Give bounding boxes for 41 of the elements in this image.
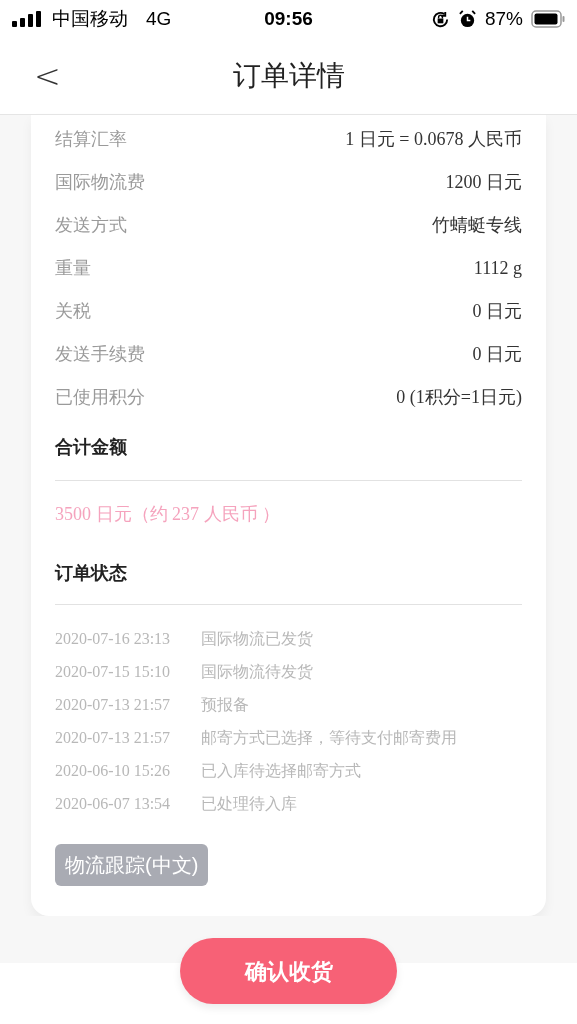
section-title: 合计金额: [55, 437, 127, 457]
back-button[interactable]: <: [34, 60, 61, 92]
event-time: 2020-06-07 13:54: [55, 793, 172, 814]
detail-label: 重量: [55, 257, 91, 280]
detail-value: 1200 日元: [445, 171, 522, 194]
detail-value: 1112 g: [473, 257, 522, 280]
event-text: 国际物流待发货: [201, 661, 313, 682]
page-title: 订单详情: [232, 59, 345, 93]
event-time: 2020-07-13 21:57: [55, 694, 172, 715]
detail-value: 竹蜻蜓专线: [432, 214, 522, 237]
detail-label: 发送手续费: [55, 343, 145, 366]
battery-percent: 87%: [484, 6, 523, 31]
tracking-button[interactable]: 物流跟踪(中文): [55, 844, 209, 886]
event-text: 已处理待入库: [201, 793, 297, 814]
carrier-name: 中国移动: [52, 6, 128, 31]
event-time: 2020-07-13 21:57: [55, 727, 172, 748]
rotation-lock-icon: [430, 9, 450, 29]
alarm-icon: [457, 9, 477, 29]
detail-value: 0 日元: [472, 343, 522, 366]
detail-label: 结算汇率: [55, 128, 127, 151]
event-text: 已入库待选择邮寄方式: [201, 760, 361, 781]
battery-icon: [531, 10, 565, 28]
detail-label: 关税: [55, 300, 91, 323]
section-title: 订单状态: [55, 563, 127, 583]
event-text: 国际物流已发货: [201, 628, 313, 649]
network-type: 4G: [146, 6, 172, 31]
signal-icon: [12, 11, 42, 27]
confirm-receipt-button[interactable]: 确认收货: [180, 938, 397, 1004]
detail-label: 发送方式: [55, 214, 127, 237]
detail-value: 0 (1积分=1日元): [396, 386, 522, 409]
detail-label: 已使用积分: [55, 386, 145, 409]
event-time: 2020-07-16 23:13: [55, 628, 172, 649]
clock-time: 09:56: [264, 6, 313, 31]
event-time: 2020-07-15 15:10: [55, 661, 172, 682]
detail-value: 0 日元: [472, 300, 522, 323]
total-amount: 3500 日元（约 237 人民币 ）: [55, 502, 280, 526]
detail-value: 1 日元 = 0.0678 人民币: [345, 128, 522, 151]
event-time: 2020-06-10 15:26: [55, 760, 172, 781]
event-text: 预报备: [201, 694, 249, 715]
event-text: 邮寄方式已选择，等待支付邮寄费用: [201, 727, 457, 748]
detail-label: 国际物流费: [55, 171, 145, 194]
